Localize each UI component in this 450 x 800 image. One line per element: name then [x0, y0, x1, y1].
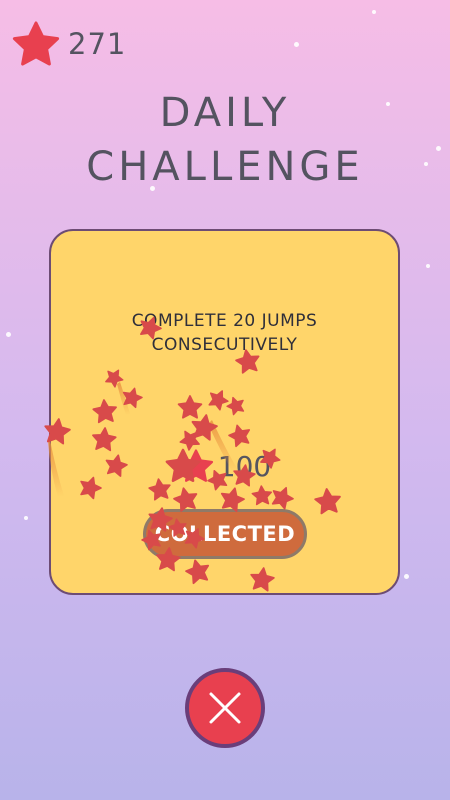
challenge-task-line-2: CONSECUTIVELY: [151, 335, 298, 355]
title-line-2: CHALLENGE: [86, 144, 364, 190]
challenge-task: COMPLETE 20 JUMPS CONSECUTIVELY: [51, 309, 398, 357]
reward-amount: 100: [217, 449, 272, 483]
challenge-card: COMPLETE 20 JUMPS CONSECUTIVELY 100 COLL…: [49, 229, 400, 595]
star-count: 271: [68, 27, 127, 61]
background-sparkle: [294, 42, 299, 47]
close-button[interactable]: [185, 668, 265, 748]
background-sparkle: [372, 10, 376, 14]
background-sparkle: [426, 264, 430, 268]
star-icon: [12, 21, 60, 66]
collected-button[interactable]: COLLECTED: [143, 509, 307, 559]
page-title: DAILY CHALLENGE: [0, 86, 450, 194]
star-icon: [178, 449, 213, 482]
background-sparkle: [24, 516, 28, 520]
star-counter: 271: [12, 20, 126, 68]
reward: 100: [51, 449, 398, 483]
title-line-1: DAILY: [159, 90, 291, 136]
close-icon: [209, 692, 241, 724]
background-sparkle: [6, 332, 11, 337]
background-sparkle: [404, 574, 409, 579]
challenge-task-line-1: COMPLETE 20 JUMPS: [131, 311, 318, 331]
